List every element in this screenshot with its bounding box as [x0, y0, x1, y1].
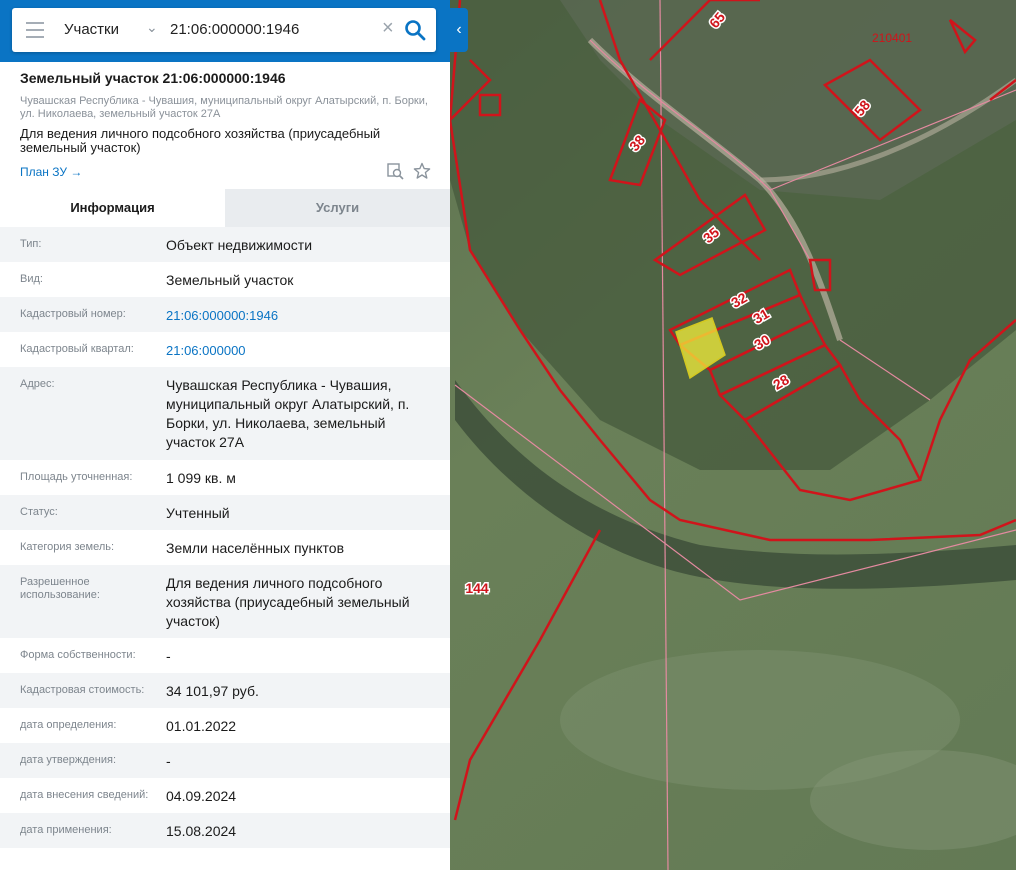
panel-tabs: Информация Услуги [0, 189, 450, 227]
info-row-entry-date: дата внесения сведений: 04.09.2024 [0, 778, 450, 813]
info-row-kind: Вид: Земельный участок [0, 262, 450, 297]
row-value: Объект недвижимости [166, 237, 313, 253]
cadastral-number-link[interactable]: 21:06:000000:1946 [166, 306, 438, 325]
close-icon[interactable]: × [382, 18, 394, 38]
info-row-cadastral-quarter: Кадастровый квартал: 21:06:000000 [0, 332, 450, 367]
star-icon[interactable] [413, 162, 431, 180]
chevron-left-icon: ‹ [456, 21, 462, 38]
parcel-label: 144 [465, 580, 489, 596]
info-row-status: Статус: Учтенный [0, 495, 450, 530]
row-value: 15.08.2024 [166, 823, 237, 839]
row-label: Площадь уточненная: [20, 471, 133, 483]
zoom-to-object-icon[interactable] [386, 162, 404, 180]
row-value: - [166, 753, 171, 769]
row-label: Вид: [20, 273, 43, 285]
row-label: дата применения: [20, 824, 112, 836]
chevron-down-icon[interactable]: ⌄ [146, 19, 158, 36]
tab-services[interactable]: Услуги [225, 189, 450, 227]
quarter-number-label: 210401 [872, 31, 912, 45]
object-address: Чувашская Республика - Чувашия, муниципа… [20, 95, 428, 120]
info-panel: Земельный участок 21:06:000000:1946 Чува… [0, 62, 450, 870]
row-label: Статус: [20, 506, 58, 518]
menu-icon[interactable] [26, 22, 44, 38]
row-value: Земельный участок [166, 272, 294, 288]
row-label: Кадастровый номер: [20, 308, 126, 320]
row-value: Земли населённых пунктов [166, 540, 345, 556]
cadastral-quarter-link[interactable]: 21:06:000000 [166, 341, 438, 360]
row-label: дата внесения сведений: [20, 789, 149, 801]
row-value: 04.09.2024 [166, 788, 237, 804]
collapse-panel-button[interactable]: ‹ [450, 8, 468, 52]
info-row-cadastral-number: Кадастровый номер: 21:06:000000:1946 [0, 297, 450, 332]
row-value: Учтенный [166, 505, 230, 521]
row-label: Кадастровая стоимость: [20, 684, 145, 696]
info-row-application-date: дата применения: 15.08.2024 [0, 813, 450, 848]
row-label: Форма собственности: [20, 649, 136, 661]
row-label: Тип: [20, 238, 42, 250]
info-row-land-category: Категория земель: Земли населённых пункт… [0, 530, 450, 565]
info-row-address: Адрес: Чувашская Республика - Чувашия, м… [0, 367, 450, 460]
row-label: дата определения: [20, 719, 117, 731]
info-row-approval-date: дата утверждения: - [0, 743, 450, 778]
tab-info[interactable]: Информация [0, 189, 225, 227]
search-input[interactable] [170, 18, 380, 40]
info-row-ownership: Форма собственности: - [0, 638, 450, 673]
plan-link[interactable]: План ЗУ → [20, 165, 82, 179]
info-row-permitted-use: Разрешенное использование: Для ведения л… [0, 565, 450, 638]
row-label: Категория земель: [20, 541, 115, 553]
search-icon[interactable] [404, 19, 426, 41]
row-value: Чувашская Республика - Чувашия, муниципа… [166, 377, 410, 450]
info-row-determination-date: дата определения: 01.01.2022 [0, 708, 450, 743]
row-label: дата утверждения: [20, 754, 117, 766]
info-row-area: Площадь уточненная: 1 099 кв. м [0, 460, 450, 495]
row-label: Разрешенное использование: [20, 576, 100, 601]
search-header: Участки ⌄ × [0, 0, 450, 62]
row-value: - [166, 648, 171, 664]
row-value: 01.01.2022 [166, 718, 237, 734]
search-box: Участки ⌄ × [12, 8, 436, 52]
row-label: Кадастровый квартал: [20, 343, 134, 355]
object-title: Земельный участок 21:06:000000:1946 [20, 70, 286, 86]
info-row-cadastral-value: Кадастровая стоимость: 34 101,97 руб. [0, 673, 450, 708]
row-value: 1 099 кв. м [166, 470, 236, 486]
object-use: Для ведения личного подсобного хозяйства… [20, 126, 381, 155]
row-value: Для ведения личного подсобного хозяйства… [166, 575, 410, 629]
info-row-type: Тип: Объект недвижимости [0, 227, 450, 262]
info-table: Тип: Объект недвижимости Вид: Земельный … [0, 227, 450, 848]
row-value: 34 101,97 руб. [166, 683, 259, 699]
row-label: Адрес: [20, 378, 55, 390]
search-type-select[interactable]: Участки [64, 21, 119, 38]
